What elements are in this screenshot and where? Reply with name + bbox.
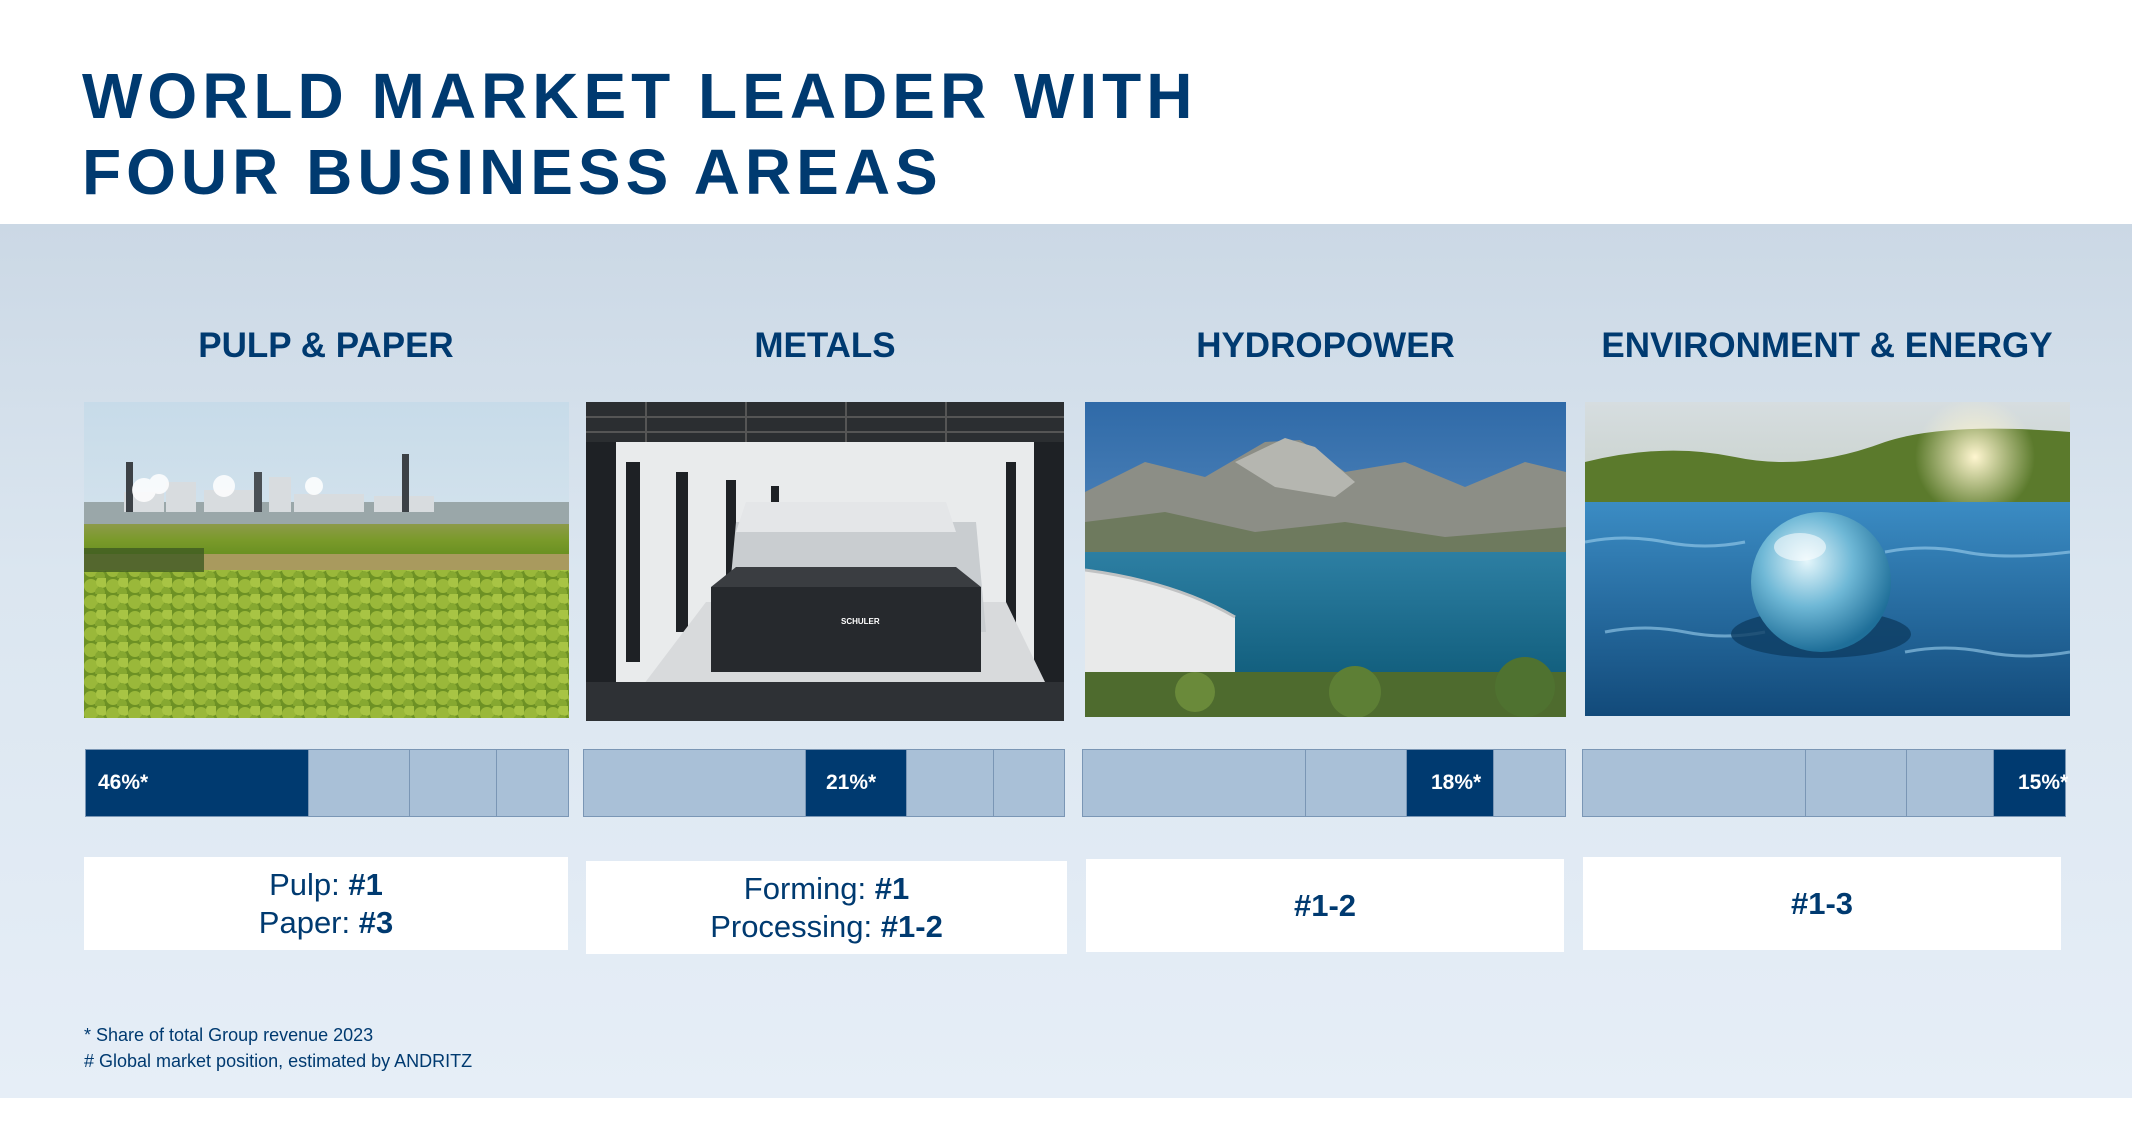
- footnotes: * Share of total Group revenue 2023 # Gl…: [84, 1022, 472, 1074]
- share-segment-hydropower: 18%*: [1407, 750, 1494, 816]
- position-rank: #1: [874, 870, 910, 906]
- position-row-paper: Paper: #3: [259, 904, 393, 942]
- share-bar-metals: 21%*: [583, 749, 1065, 817]
- share-segment-metals: [309, 750, 410, 816]
- market-position-environment-energy: #1-3: [1583, 857, 2061, 950]
- position-label: Paper:: [258, 904, 359, 940]
- position-rank: #1: [348, 866, 383, 902]
- heading-hydropower: HYDROPOWER: [1196, 326, 1455, 365]
- share-bar-environment-energy: 15%*: [1582, 749, 2069, 817]
- share-segment-pulp-paper: 46%*: [86, 750, 309, 816]
- market-position-hydropower: #1-2: [1086, 859, 1564, 952]
- heading-environment-energy: ENVIRONMENT & ENERGY: [1601, 326, 2053, 365]
- market-position-pulp-paper: Pulp: #1 Paper: #3: [84, 857, 568, 950]
- glass-sphere-water-photo: [1585, 402, 2070, 716]
- share-segment-environment-energy: 15%*: [1994, 750, 2069, 816]
- share-segment-environment-energy: [1494, 750, 1565, 816]
- share-segment-pulp-paper: [584, 750, 806, 816]
- factory-sign-text: SCHULER: [841, 617, 880, 626]
- heading-metals: METALS: [754, 326, 896, 365]
- share-segment-hydropower: [410, 750, 497, 816]
- share-label-metals: 21%*: [826, 771, 877, 794]
- share-bar-hydropower: 18%*: [1082, 749, 1566, 817]
- share-label-hydropower: 18%*: [1431, 771, 1482, 794]
- position-rank: #3: [358, 904, 394, 940]
- pulp-mill-plantation-photo: [84, 402, 569, 718]
- share-label-environment-energy: 15%*: [2018, 771, 2069, 794]
- position-rank: #1-2: [1293, 887, 1357, 923]
- footnote-position: # Global market position, estimated by A…: [84, 1051, 473, 1071]
- mountain-dam-lake-photo: [1085, 402, 1566, 717]
- position-rank: #1-3: [1790, 885, 1854, 921]
- position-row-environment-energy: #1-3: [1791, 885, 1853, 923]
- market-position-metals: Forming: #1 Processing: #1-2: [586, 861, 1067, 954]
- share-segment-hydropower: [1907, 750, 1994, 816]
- share-segment-hydropower: [907, 750, 994, 816]
- share-segment-environment-energy: [994, 750, 1064, 816]
- share-bar-pulp-paper: 46%*: [85, 749, 569, 817]
- share-label-pulp-paper: 46%*: [98, 771, 149, 794]
- page-title-line-1: WORLD MARKET LEADER WITH: [82, 60, 1198, 132]
- share-segment-pulp-paper: [1583, 750, 1806, 816]
- press-factory-hall-photo: SCHULER: [586, 402, 1064, 721]
- position-row-pulp: Pulp: #1: [269, 866, 383, 904]
- share-segment-metals: 21%*: [806, 750, 907, 816]
- share-segment-pulp-paper: [1083, 750, 1306, 816]
- position-row-hydropower: #1-2: [1294, 887, 1356, 925]
- page-title: WORLD MARKET LEADER WITH FOUR BUSINESS A…: [82, 58, 1197, 210]
- heading-pulp-paper: PULP & PAPER: [198, 326, 454, 365]
- share-segment-metals: [1806, 750, 1907, 816]
- position-row-forming: Forming: #1: [744, 870, 909, 908]
- position-row-processing: Processing: #1-2: [710, 908, 943, 946]
- footnote-share: * Share of total Group revenue 2023: [84, 1025, 374, 1045]
- position-label: Forming:: [743, 870, 875, 906]
- share-segment-metals: [1306, 750, 1407, 816]
- share-segment-environment-energy: [497, 750, 568, 816]
- page-title-line-2: FOUR BUSINESS AREAS: [82, 136, 943, 208]
- position-rank: #1-2: [880, 908, 943, 944]
- position-label: Pulp:: [269, 866, 349, 902]
- position-label: Processing:: [710, 908, 881, 944]
